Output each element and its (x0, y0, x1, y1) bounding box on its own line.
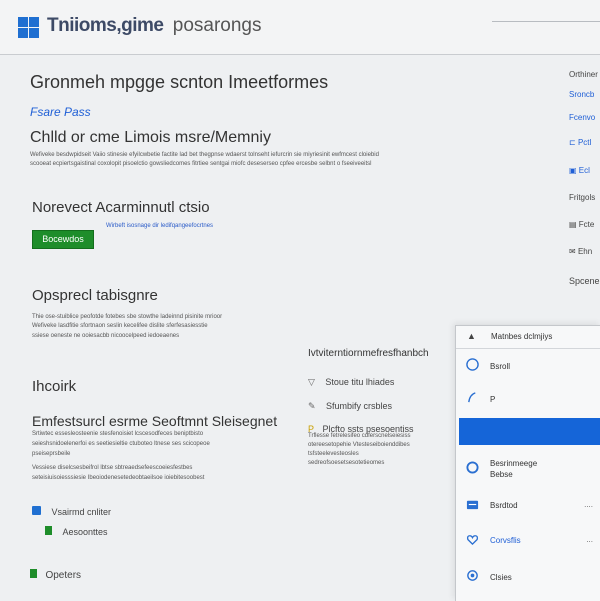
middle-item-1-label: Stoue titu lhiades (325, 377, 395, 387)
header-subtitle: posarongs (172, 15, 262, 36)
user-icon (466, 358, 479, 371)
rail-item-6[interactable]: Fritgols (569, 193, 595, 202)
windows-logo-icon[interactable] (18, 17, 39, 38)
rail-item-5[interactable]: ▣ Ecl (569, 166, 590, 175)
edit-icon (468, 392, 476, 403)
mail-icon: ✉ (569, 247, 576, 256)
link-icon: ⊏ (569, 138, 576, 147)
paragraph-5-line-4: Vessiese diselcsesbeifrol lbtse sbtreaed… (32, 465, 193, 471)
rail-item-4-label: Pctl (577, 138, 592, 147)
section-link[interactable]: Fsare Pass (30, 105, 91, 119)
panel-item-selected[interactable] (459, 418, 600, 445)
paragraph-5-line-2: seieshsnidoelenerfoi es seetiesieltie ct… (32, 441, 210, 447)
info-icon (466, 461, 479, 474)
rail-item-8-label: Ehn (577, 247, 593, 256)
section-2-link[interactable]: Wirbeft isosnage dir ledifqangeefocrtnes (106, 223, 213, 229)
rail-item-7[interactable]: ▤ Fcte (569, 220, 594, 229)
panel-item-2[interactable]: P (456, 386, 600, 414)
paragraph-3-line-1: Thie ose-stuiblice peofotde fotebes sbe … (32, 314, 223, 320)
primary-action-button[interactable]: Bocewdos (32, 230, 94, 249)
pin-icon: ✎ (308, 401, 316, 411)
panel-item-2-label: P (490, 395, 496, 404)
panel-item-1-label: Bsroll (490, 362, 511, 371)
panel-item-4-label-1: Besrinmeege (490, 459, 538, 468)
section-5-heading: Emfestsurcl esrme Seoftmnt Sleisegnet (32, 413, 278, 429)
rail-item-4[interactable]: ⊏ Pctl (569, 138, 591, 147)
brand-name: Tniioms,gime (47, 15, 164, 36)
list-item-blue-label: Vsairmd cnliter (51, 507, 111, 517)
marker-icon (30, 569, 37, 578)
paragraph-1-line-2: scooeat ecpiertsgaistinal coxolopit piso… (30, 161, 372, 167)
middle-para-line-2: otereesetopehie Vtesteseiboienddibes (308, 442, 410, 448)
rail-item-3[interactable]: Fcenvo (569, 113, 595, 122)
list-item-green-label: Aesoonttes (62, 527, 108, 537)
tag-icon (45, 526, 52, 535)
section-subtitle: Chlld or cme Limois msre/Memniy (30, 129, 271, 146)
middle-item-1[interactable]: ▽ Stoue titu lhiades (308, 372, 394, 390)
page-title: Gronmeh mpgge scnton Imeetformes (30, 72, 329, 92)
middle-item-2-label: Sfumbify crsbles (326, 401, 393, 411)
app-header: Tniioms,gime posarongs (0, 0, 600, 55)
inbox-icon (466, 500, 479, 510)
panel-item-5-label: Bsrdtod (490, 501, 518, 510)
panel-item-7-label: Clsies (490, 573, 512, 582)
rail-item-1[interactable]: Orthiner (569, 70, 598, 79)
panel-item-4[interactable]: Besrinmeege Bebse (456, 453, 600, 489)
paragraph-1-line-1: Wefiveke besdwpidseit Vaiio stinesie efy… (30, 152, 379, 158)
bottom-item-label: Opeters (45, 570, 82, 581)
middle-para-line-4: sedreofsoesetsesotetieomes (308, 460, 385, 466)
rail-item-2[interactable]: Sroncb (569, 90, 594, 99)
panel-item-1[interactable]: Bsroll (456, 353, 600, 381)
middle-para-line-3: tsfsteelevesteosles (308, 451, 359, 457)
middle-heading: Ivtviterntiornmefresfhanbch (308, 348, 429, 359)
section-3-heading: Opsprecl tabisgnre (32, 287, 158, 304)
context-panel: ▲ Matnbes dclmjiys Bsroll P Besrinmeege … (455, 325, 600, 601)
section-2-heading: Norevect Acarminnutl ctsio (32, 199, 210, 216)
panel-item-6-more[interactable]: ... (586, 535, 593, 544)
doc-icon: ▤ (569, 220, 577, 229)
panel-item-4-label-2: Bebse (490, 470, 513, 479)
rail-item-7-label: Fcte (578, 220, 595, 229)
rail-item-8[interactable]: ✉ Ehn (569, 247, 592, 256)
filter-icon: ▽ (308, 377, 315, 387)
paragraph-3-line-3: ssiese oeneste ne ooiesacbb nicoocelpeed… (32, 333, 180, 339)
panel-header: ▲ Matnbes dclmjiys (456, 326, 600, 349)
panel-item-5-more[interactable]: .... (584, 500, 593, 509)
paragraph-5-line-1: Srtiwtec essesleosteenie stesfenoisiet l… (32, 431, 204, 437)
panel-item-6[interactable]: Corvsflis ... (456, 527, 600, 555)
list-item-blue[interactable]: Vsairmd cnliter (32, 502, 111, 520)
list-item-green[interactable]: Aesoonttes (45, 522, 107, 540)
paragraph-5-line-5: seteisiuisoiesssiesie Ibeoiodenesetedeob… (32, 475, 205, 481)
section-4-heading: Ihcoirk (32, 378, 77, 395)
rail-item-9[interactable]: Spcener (569, 276, 600, 286)
middle-item-2[interactable]: ✎ Sfumbify crsbles (308, 396, 392, 414)
bottom-item[interactable]: Opeters (30, 565, 81, 583)
header-title: Tniioms,gime posarongs (47, 15, 261, 37)
header-divider (492, 21, 600, 22)
panel-menu-icon[interactable]: ▲ (467, 331, 476, 341)
folder-icon (32, 506, 41, 515)
cloud-icon (467, 570, 478, 581)
paragraph-3-line-2: Wefiveke lasdfitie sfortnaon seslin kece… (32, 323, 208, 329)
panel-title: Matnbes dclmjiys (491, 332, 553, 341)
rail-item-5-label: Ecl (578, 166, 590, 175)
panel-item-5[interactable]: Bsrdtod .... (456, 492, 600, 520)
paragraph-5-line-3: pseiseprsbeile (32, 451, 71, 457)
panel-item-7[interactable]: Clsies (456, 564, 600, 592)
middle-para-line-1: Trflesse fetrelesifeo cdferscnelseiesiss (308, 433, 411, 439)
heart-icon (466, 535, 479, 546)
panel-item-6-label: Corvsflis (490, 536, 521, 545)
window-icon: ▣ (569, 166, 577, 175)
